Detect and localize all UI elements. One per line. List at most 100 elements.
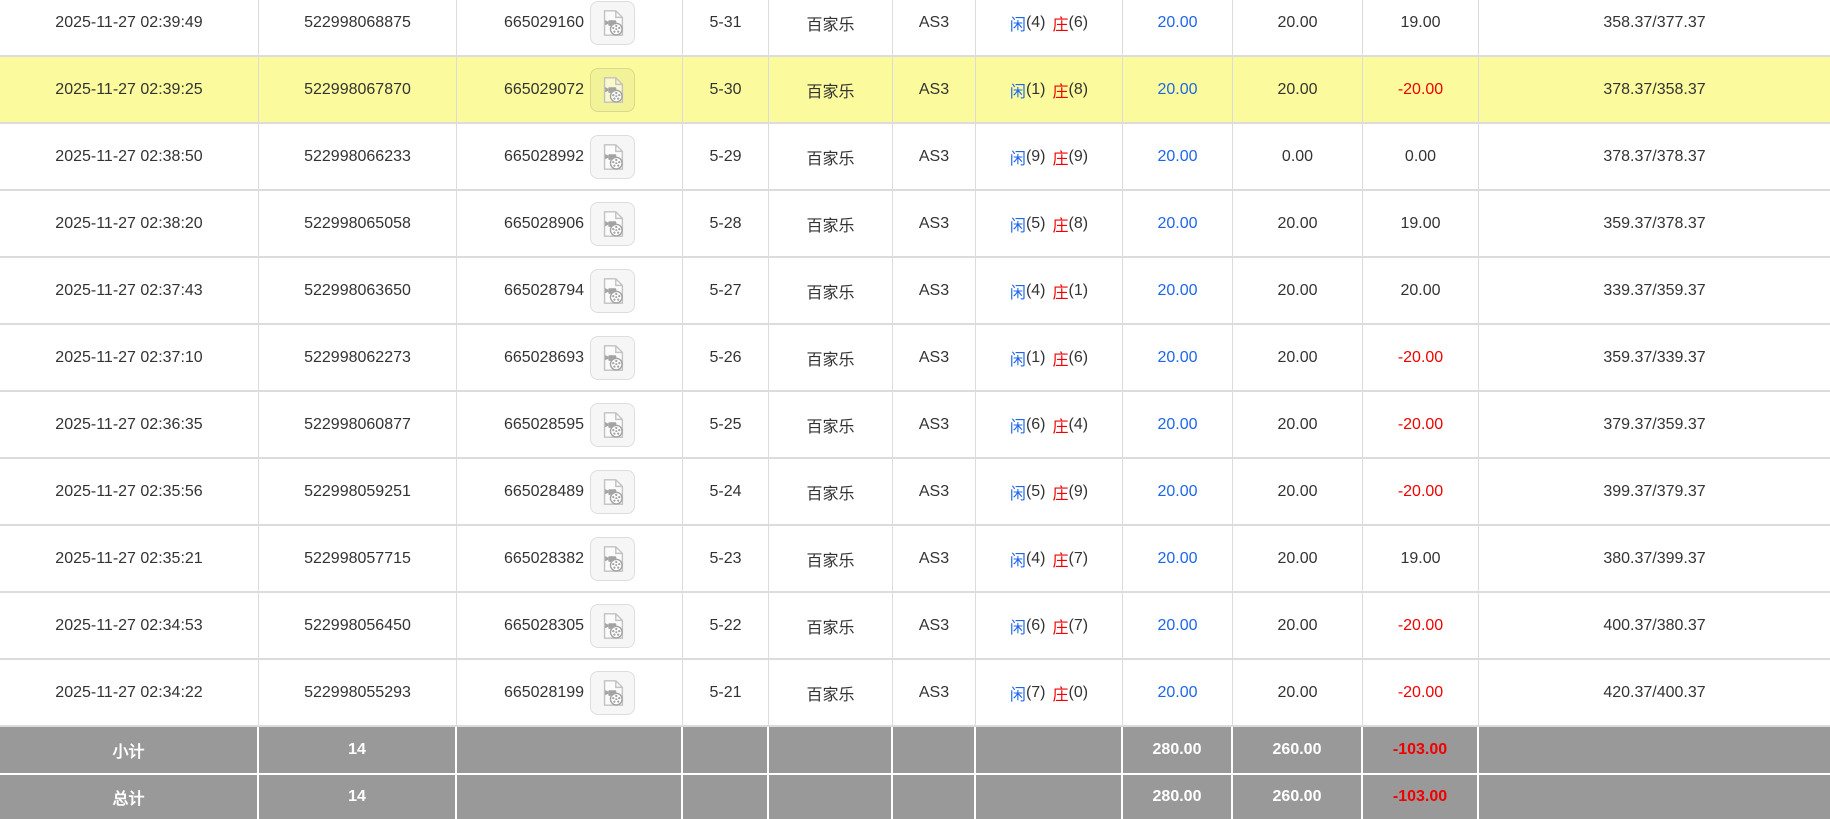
- video-replay-button[interactable]: [590, 269, 635, 313]
- table-row[interactable]: 2025-11-27 02:35:21 522998057715 6650283…: [0, 526, 1830, 593]
- summary-empty-cell: [683, 775, 769, 819]
- table-row[interactable]: 2025-11-27 02:39:25 522998067870 6650290…: [0, 57, 1830, 124]
- summary-row: 总计 14 280.00 260.00 -103.00: [0, 773, 1830, 819]
- result-player-label: 闲: [1010, 346, 1026, 370]
- cell-round-no: 5-28: [683, 191, 769, 256]
- video-replay-button[interactable]: [590, 336, 635, 380]
- table-row[interactable]: 2025-11-27 02:34:22 522998055293 6650281…: [0, 660, 1830, 727]
- cell-round-id: 665029160: [457, 0, 683, 55]
- cell-round-no: 5-24: [683, 459, 769, 524]
- cell-bet-amount[interactable]: 20.00: [1123, 593, 1233, 658]
- result-banker-label: 庄: [1053, 346, 1069, 370]
- summary-bet-total: 280.00: [1123, 775, 1233, 819]
- video-replay-button[interactable]: [590, 604, 635, 648]
- video-replay-button[interactable]: [590, 202, 635, 246]
- cell-valid-amount: 20.00: [1233, 392, 1363, 457]
- table-row[interactable]: 2025-11-27 02:39:49 522998068875 6650291…: [0, 0, 1830, 57]
- cell-bet-id: 522998056450: [259, 593, 457, 658]
- cell-time: 2025-11-27 02:38:20: [0, 191, 259, 256]
- cell-bet-amount[interactable]: 20.00: [1123, 459, 1233, 524]
- summary-empty-cell: [457, 727, 683, 773]
- cell-time: 2025-11-27 02:37:43: [0, 258, 259, 323]
- cell-result: 闲(1)庄(8): [976, 57, 1123, 122]
- cell-valid-amount: 20.00: [1233, 459, 1363, 524]
- result-player-label: 闲: [1010, 279, 1026, 303]
- cell-valid-amount: 0.00: [1233, 124, 1363, 189]
- table-row[interactable]: 2025-11-27 02:34:53 522998056450 6650283…: [0, 593, 1830, 660]
- cell-game-type: 百家乐: [769, 325, 893, 390]
- video-replay-button[interactable]: [590, 470, 635, 514]
- round-id-text: 665028693: [504, 349, 584, 367]
- table-row[interactable]: 2025-11-27 02:38:50 522998066233 6650289…: [0, 124, 1830, 191]
- cell-win-loss: -20.00: [1363, 593, 1479, 658]
- video-replay-icon: [598, 342, 628, 374]
- summary-winloss-total: -103.00: [1363, 727, 1479, 773]
- video-replay-icon: [598, 677, 628, 709]
- cell-game-type: 百家乐: [769, 392, 893, 457]
- cell-table-name: AS3: [893, 593, 976, 658]
- video-replay-button[interactable]: [590, 403, 635, 447]
- cell-bet-amount[interactable]: 20.00: [1123, 325, 1233, 390]
- cell-win-loss: 19.00: [1363, 0, 1479, 55]
- result-player-label: 闲: [1010, 480, 1026, 504]
- video-replay-button[interactable]: [590, 671, 635, 715]
- cell-valid-amount: 20.00: [1233, 593, 1363, 658]
- cell-win-loss: -20.00: [1363, 459, 1479, 524]
- round-id-text: 665028489: [504, 483, 584, 501]
- cell-bet-amount[interactable]: 20.00: [1123, 526, 1233, 591]
- cell-valid-amount: 20.00: [1233, 57, 1363, 122]
- cell-result: 闲(4)庄(1): [976, 258, 1123, 323]
- cell-bet-amount[interactable]: 20.00: [1123, 191, 1233, 256]
- summary-label: 总计: [0, 775, 259, 819]
- cell-bet-amount[interactable]: 20.00: [1123, 660, 1233, 725]
- cell-bet-amount[interactable]: 20.00: [1123, 0, 1233, 55]
- video-replay-icon: [598, 543, 628, 575]
- cell-bet-amount[interactable]: 20.00: [1123, 57, 1233, 122]
- cell-win-loss: -20.00: [1363, 57, 1479, 122]
- summary-empty-cell: [976, 727, 1123, 773]
- result-player-label: 闲: [1010, 212, 1026, 236]
- result-banker-label: 庄: [1053, 78, 1069, 102]
- cell-balance: 420.37/400.37: [1479, 660, 1830, 725]
- video-replay-button[interactable]: [590, 68, 635, 112]
- cell-table-name: AS3: [893, 124, 976, 189]
- round-id-text: 665028595: [504, 416, 584, 434]
- cell-balance: 400.37/380.37: [1479, 593, 1830, 658]
- table-row[interactable]: 2025-11-27 02:36:35 522998060877 6650285…: [0, 392, 1830, 459]
- video-replay-button[interactable]: [590, 537, 635, 581]
- cell-time: 2025-11-27 02:35:21: [0, 526, 259, 591]
- round-id-text: 665028992: [504, 148, 584, 166]
- round-id-text: 665028382: [504, 550, 584, 568]
- cell-bet-id: 522998063650: [259, 258, 457, 323]
- table-row[interactable]: 2025-11-27 02:37:10 522998062273 6650286…: [0, 325, 1830, 392]
- round-id-text: 665028794: [504, 282, 584, 300]
- result-banker-score: (7): [1069, 550, 1089, 568]
- result-banker-label: 庄: [1053, 212, 1069, 236]
- cell-game-type: 百家乐: [769, 124, 893, 189]
- summary-count: 14: [259, 727, 457, 773]
- cell-bet-amount[interactable]: 20.00: [1123, 258, 1233, 323]
- cell-round-no: 5-22: [683, 593, 769, 658]
- table-row[interactable]: 2025-11-27 02:37:43 522998063650 6650287…: [0, 258, 1830, 325]
- cell-time: 2025-11-27 02:34:53: [0, 593, 259, 658]
- summary-valid-total: 260.00: [1233, 727, 1363, 773]
- cell-round-id: 665028305: [457, 593, 683, 658]
- table-row[interactable]: 2025-11-27 02:35:56 522998059251 6650284…: [0, 459, 1830, 526]
- cell-bet-amount[interactable]: 20.00: [1123, 124, 1233, 189]
- cell-round-id: 665028489: [457, 459, 683, 524]
- cell-time: 2025-11-27 02:39:25: [0, 57, 259, 122]
- video-replay-button[interactable]: [590, 1, 635, 45]
- cell-round-no: 5-27: [683, 258, 769, 323]
- video-replay-icon: [598, 141, 628, 173]
- summary-empty-cell: [769, 727, 893, 773]
- result-banker-score: (6): [1069, 14, 1089, 32]
- cell-bet-amount[interactable]: 20.00: [1123, 392, 1233, 457]
- cell-balance: 378.37/358.37: [1479, 57, 1830, 122]
- round-id-text: 665028199: [504, 684, 584, 702]
- table-row[interactable]: 2025-11-27 02:38:20 522998065058 6650289…: [0, 191, 1830, 258]
- video-replay-button[interactable]: [590, 135, 635, 179]
- summary-row: 小计 14 280.00 260.00 -103.00: [0, 727, 1830, 773]
- cell-win-loss: 20.00: [1363, 258, 1479, 323]
- cell-round-no: 5-30: [683, 57, 769, 122]
- video-replay-icon: [598, 409, 628, 441]
